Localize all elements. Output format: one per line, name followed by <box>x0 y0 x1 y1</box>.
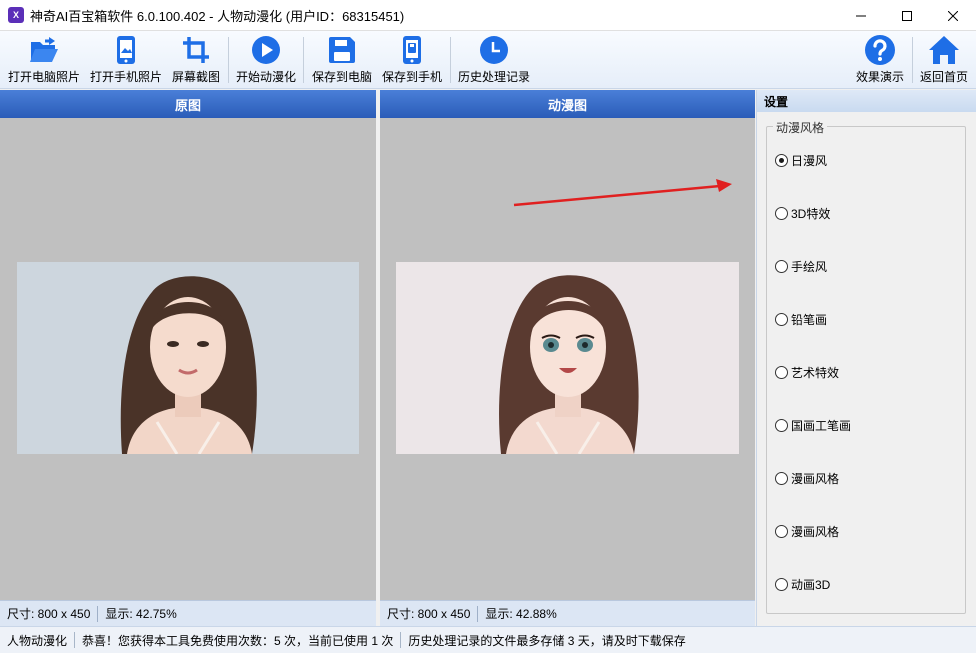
clock-icon <box>480 36 508 64</box>
open-pc-photo-label: 打开电脑照片 <box>7 70 80 84</box>
save-to-phone-button[interactable]: 保存到手机 <box>378 33 446 87</box>
save-disk-icon <box>329 37 355 63</box>
style-option-label: 漫画风格 <box>791 472 840 486</box>
radio-icon <box>775 260 788 273</box>
home-icon <box>929 36 959 64</box>
start-anime-label: 开始动漫化 <box>235 70 296 84</box>
style-option-japanese[interactable]: 日漫风 <box>775 152 827 169</box>
toolbar-divider <box>450 37 451 83</box>
style-option-label: 日漫风 <box>791 154 828 168</box>
status-history-note: 历史处理记录的文件最多存储 3 天，请及时下载保存 <box>408 633 686 648</box>
radio-icon <box>775 525 788 538</box>
toolbar: 打开电脑照片 打开手机照片 屏幕截图 开始动漫化 保存到电脑 保存到手机 历史处… <box>0 31 976 89</box>
style-option-comic-1[interactable]: 漫画风格 <box>775 470 839 487</box>
minimize-button[interactable] <box>838 0 884 31</box>
style-option-label: 铅笔画 <box>791 313 828 327</box>
style-option-label: 3D特效 <box>791 207 831 221</box>
radio-icon <box>775 207 788 220</box>
original-size-label: 尺寸: 800 x 450 <box>7 607 91 621</box>
folder-open-icon <box>30 37 58 62</box>
home-button[interactable]: 返回首页 <box>916 33 972 87</box>
style-option-label: 艺术特效 <box>791 366 840 380</box>
style-option-animation-3d[interactable]: 动画3D <box>775 576 830 593</box>
style-option-art-effect[interactable]: 艺术特效 <box>775 364 839 381</box>
toolbar-divider <box>303 37 304 83</box>
anime-panel-footer: 尺寸: 800 x 450 显示: 42.88% <box>380 600 755 626</box>
style-option-label: 漫画风格 <box>791 525 840 539</box>
window-title: 神奇AI百宝箱软件 6.0.100.402 - 人物动漫化 (用户ID：6831… <box>30 8 405 24</box>
history-label: 历史处理记录 <box>457 70 530 84</box>
status-bar: 人物动漫化 恭喜！您获得本工具免费使用次数：5 次，当前已使用 1 次 历史处理… <box>0 626 976 653</box>
screen-capture-label: 屏幕截图 <box>171 70 220 84</box>
open-phone-photo-button[interactable]: 打开手机照片 <box>88 33 164 87</box>
play-icon <box>252 36 280 64</box>
style-option-pencil[interactable]: 铅笔画 <box>775 311 827 328</box>
annotation-arrow-icon <box>513 179 732 207</box>
minimize-icon <box>856 15 866 16</box>
style-option-hand-drawn[interactable]: 手绘风 <box>775 258 827 275</box>
anime-portrait-image <box>396 262 739 454</box>
settings-title: 设置 <box>757 90 976 112</box>
maximize-button[interactable] <box>884 0 930 31</box>
status-module: 人物动漫化 <box>7 633 68 648</box>
style-option-label: 动画3D <box>791 578 831 592</box>
anime-style-group: 动漫风格 日漫风 3D特效 手绘风 铅笔画 艺术特效 国画工笔画 漫画风格 漫画… <box>766 119 966 614</box>
close-button[interactable] <box>930 0 976 31</box>
open-phone-photo-label: 打开手机照片 <box>89 70 162 84</box>
toolbar-divider <box>912 37 913 83</box>
anime-style-group-label: 动漫风格 <box>773 119 828 136</box>
app-logo-text: X <box>12 10 19 20</box>
style-option-label: 国画工笔画 <box>791 419 852 433</box>
demo-label: 效果演示 <box>855 70 904 84</box>
app-logo-icon: X <box>8 7 24 23</box>
style-option-chinese-painting[interactable]: 国画工笔画 <box>775 417 851 434</box>
demo-button[interactable]: 效果演示 <box>852 33 908 87</box>
save-to-pc-button[interactable]: 保存到电脑 <box>308 33 376 87</box>
save-to-pc-label: 保存到电脑 <box>311 70 372 84</box>
title-bar: X 神奇AI百宝箱软件 6.0.100.402 - 人物动漫化 (用户ID：68… <box>0 0 976 31</box>
screen-capture-button[interactable]: 屏幕截图 <box>168 33 224 87</box>
maximize-icon <box>902 10 912 21</box>
settings-panel: 设置 动漫风格 日漫风 3D特效 手绘风 铅笔画 艺术特效 国画工笔画 漫画风格… <box>756 90 976 626</box>
status-usage: 恭喜！您获得本工具免费使用次数：5 次，当前已使用 1 次 <box>82 633 394 648</box>
style-option-label: 手绘风 <box>791 260 828 274</box>
toolbar-divider <box>228 37 229 83</box>
radio-icon <box>775 472 788 485</box>
original-image-panel: 原图 尺寸: 800 x 450 显示: 42.75% <box>0 90 376 626</box>
history-button[interactable]: 历史处理记录 <box>454 33 534 87</box>
radio-icon <box>775 313 788 326</box>
start-anime-button[interactable]: 开始动漫化 <box>232 33 300 87</box>
close-icon <box>948 10 958 21</box>
radio-selected-icon <box>775 154 788 167</box>
home-label: 返回首页 <box>919 70 968 84</box>
radio-icon <box>775 419 788 432</box>
save-to-phone-label: 保存到手机 <box>381 70 442 84</box>
open-pc-photo-button[interactable]: 打开电脑照片 <box>6 33 82 87</box>
original-photo[interactable] <box>17 262 359 454</box>
help-icon <box>865 35 895 65</box>
style-option-3d-effect[interactable]: 3D特效 <box>775 205 830 222</box>
original-portrait-image <box>17 262 359 454</box>
phone-icon <box>117 36 135 64</box>
original-panel-footer: 尺寸: 800 x 450 显示: 42.75% <box>0 600 376 626</box>
anime-image-panel: 动漫图 尺寸: 800 x 450 显示: 42.88% <box>380 90 755 626</box>
anime-photo[interactable] <box>396 262 739 454</box>
phone-save-icon <box>403 36 421 64</box>
anime-panel-title: 动漫图 <box>380 90 755 118</box>
anime-zoom-label: 显示: 42.88% <box>485 607 557 621</box>
crop-icon <box>183 37 209 63</box>
original-zoom-label: 显示: 42.75% <box>105 607 177 621</box>
radio-icon <box>775 366 788 379</box>
style-option-comic-2[interactable]: 漫画风格 <box>775 523 839 540</box>
original-panel-title: 原图 <box>0 90 376 118</box>
radio-icon <box>775 578 788 591</box>
anime-size-label: 尺寸: 800 x 450 <box>387 607 471 621</box>
